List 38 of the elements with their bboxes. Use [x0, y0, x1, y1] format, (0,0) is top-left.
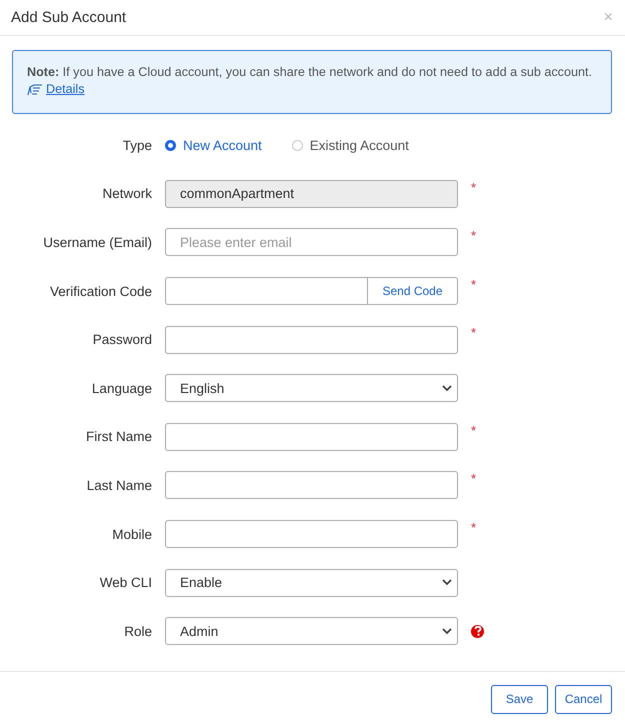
- input-field[interactable]: [165, 422, 458, 451]
- input-field[interactable]: [165, 520, 458, 548]
- note-text: Note: If you have a Cloud account, you can share the network and do not need to add a sub account.: [27, 64, 593, 81]
- chevron-icon: [442, 384, 452, 392]
- field-label: Mobile: [111, 526, 152, 542]
- required-mark: *: [471, 276, 478, 292]
- field-label: Network: [101, 186, 152, 202]
- field-label: Language: [90, 380, 152, 396]
- required-mark: *: [471, 471, 478, 486]
- input-field[interactable]: Please enter email: [165, 228, 458, 256]
- field-label: Verification Code: [48, 284, 152, 299]
- field-label: Web CLI: [98, 575, 152, 590]
- help-icon[interactable]: [471, 624, 484, 638]
- required-mark: *: [471, 520, 478, 535]
- input-field[interactable]: [165, 471, 458, 500]
- field-label: First Name: [84, 429, 152, 444]
- details-link[interactable]: Details: [27, 81, 84, 98]
- save-button[interactable]: Save: [491, 684, 548, 714]
- required-mark: *: [471, 422, 478, 438]
- required-mark: *: [471, 325, 478, 340]
- field-label: Password: [92, 332, 152, 348]
- field-label: Username (Email): [42, 234, 152, 250]
- field-label: Last Name: [86, 478, 152, 493]
- chevron-icon: [442, 628, 452, 635]
- dropdown[interactable]: English: [165, 374, 458, 402]
- dialog-title: Add Sub Account: [11, 9, 126, 26]
- radio-option[interactable]: Existing Account: [292, 138, 409, 153]
- dropdown[interactable]: Enable: [165, 568, 458, 597]
- input-field[interactable]: [165, 326, 458, 354]
- required-mark: *: [471, 228, 478, 244]
- radio-option[interactable]: New Account: [165, 138, 262, 153]
- chevron-icon: [442, 579, 452, 586]
- dropdown[interactable]: Admin: [165, 617, 458, 646]
- cancel-button[interactable]: Cancel: [555, 684, 612, 714]
- field-label: Type: [122, 138, 152, 153]
- required-mark: *: [471, 180, 478, 195]
- radio-button[interactable]: [165, 140, 176, 151]
- field-label: Role: [123, 624, 152, 639]
